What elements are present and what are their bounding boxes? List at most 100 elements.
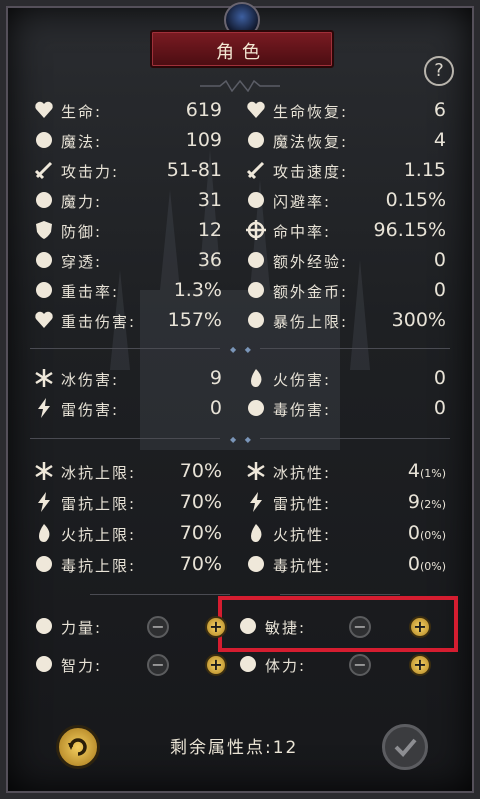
stat-value: 70% — [179, 553, 222, 575]
check-icon — [394, 738, 417, 757]
confirm-button[interactable] — [382, 724, 428, 770]
decrease-button[interactable]: − — [349, 654, 371, 676]
reset-points-button[interactable] — [56, 725, 100, 769]
fire-resist-icon — [245, 522, 267, 544]
stat-row: 命中率: 96.15% — [245, 219, 446, 243]
stat-label: 冰抗性: — [273, 464, 332, 482]
stat-label: 重击伤害: — [61, 313, 137, 331]
attribute-label: 智力: — [61, 657, 103, 675]
poison-resist-icon — [245, 553, 267, 575]
stat-value: 0(0%) — [407, 553, 446, 575]
stat-row: 冰抗性: 4(1%) — [245, 460, 446, 484]
stat-label: 雷伤害: — [61, 401, 120, 419]
stat-label: 冰抗上限: — [61, 464, 137, 482]
magic-plus-icon — [245, 129, 267, 151]
stat-value: 0 — [209, 397, 222, 419]
stat-row: 重击伤害: 157% — [33, 309, 222, 333]
decrease-button[interactable]: − — [349, 616, 371, 638]
stat-sub-value: (1%) — [419, 467, 446, 480]
stat-row: 雷伤害: 0 — [33, 397, 222, 421]
crosshair-icon — [245, 219, 267, 241]
stat-row: 魔法恢复: 4 — [245, 129, 446, 153]
increase-button[interactable]: + — [205, 616, 227, 638]
stat-row: 生命恢复: 6 — [245, 99, 446, 123]
dodge-figure-icon — [245, 189, 267, 211]
coins-icon — [245, 279, 267, 301]
stat-value: 4(1%) — [407, 460, 446, 482]
ice-resist-icon — [245, 460, 267, 482]
stat-label: 魔法恢复: — [273, 133, 349, 151]
attribute-label: 体力: — [265, 657, 307, 675]
stat-sub-value: (0%) — [419, 560, 446, 573]
help-button[interactable]: ? — [424, 56, 454, 86]
stat-value: 1.15 — [403, 159, 446, 181]
stat-label: 穿透: — [61, 253, 103, 271]
lightning-icon — [33, 397, 55, 419]
body-icon — [237, 653, 259, 675]
stat-label: 毒抗性: — [273, 557, 332, 575]
stat-row: 火抗性: 0(0%) — [245, 522, 446, 546]
header-ornament — [200, 80, 280, 92]
stat-value: 300% — [391, 309, 446, 331]
fire-icon — [245, 367, 267, 389]
stat-label: 火抗性: — [273, 526, 332, 544]
stat-value: 619 — [185, 99, 222, 121]
shield-icon — [33, 219, 55, 241]
exp-arrows-icon — [245, 249, 267, 271]
section-divider: ◆ ◆ — [30, 344, 450, 354]
stat-value: 0 — [433, 397, 446, 419]
pierce-icon — [33, 249, 55, 271]
increase-button[interactable]: + — [205, 654, 227, 676]
increase-button[interactable]: + — [409, 616, 431, 638]
heart-icon — [33, 99, 55, 121]
stat-row: 闪避率: 0.15% — [245, 189, 446, 213]
remaining-points: 剩余属性点:12 — [170, 738, 299, 758]
attribute-row: 敏捷: — [237, 615, 417, 639]
stat-row: 冰伤害: 9 — [33, 367, 222, 391]
stat-row: 攻击力: 51-81 — [33, 159, 222, 183]
attribute-label: 敏捷: — [265, 619, 307, 637]
stat-value: 6 — [433, 99, 446, 121]
stat-label: 魔力: — [61, 193, 103, 211]
stat-label: 生命恢复: — [273, 103, 349, 121]
stat-label: 攻击力: — [61, 163, 120, 181]
stat-value: 0 — [433, 367, 446, 389]
stat-row: 生命: 619 — [33, 99, 222, 123]
strength-arm-icon — [33, 615, 55, 637]
stat-value: 31 — [197, 189, 222, 211]
stat-label: 生命: — [61, 103, 103, 121]
refresh-icon — [68, 738, 87, 756]
stat-sub-value: (2%) — [419, 498, 446, 511]
burst-icon — [245, 309, 267, 331]
increase-button[interactable]: + — [409, 654, 431, 676]
stat-row: 暴伤上限: 300% — [245, 309, 446, 333]
section-divider: ◆ ◆ — [30, 434, 450, 444]
stat-value: 9 — [209, 367, 222, 389]
attribute-label: 力量: — [61, 619, 103, 637]
heart-plus-icon — [245, 99, 267, 121]
stat-label: 雷抗性: — [273, 495, 332, 513]
decrease-button[interactable]: − — [147, 654, 169, 676]
stat-label: 额外经验: — [273, 253, 349, 271]
stat-row: 魔法: 109 — [33, 129, 222, 153]
stat-sub-value: (0%) — [419, 529, 446, 542]
stat-label: 重击率: — [61, 283, 120, 301]
stat-row: 穿透: 36 — [33, 249, 222, 273]
critical-icon — [33, 279, 55, 301]
decrease-button[interactable]: − — [147, 616, 169, 638]
stat-value: 70% — [179, 491, 222, 513]
stat-label: 雷抗上限: — [61, 495, 137, 513]
attribute-row: 力量: — [33, 615, 213, 639]
stat-label: 暴伤上限: — [273, 313, 349, 331]
lightning-resist-icon — [245, 491, 267, 513]
stat-label: 攻击速度: — [273, 163, 349, 181]
page-title: 角色 — [216, 42, 268, 63]
attribute-row: 智力: — [33, 653, 213, 677]
stat-value: 4 — [433, 129, 446, 151]
stat-label: 冰伤害: — [61, 371, 120, 389]
ice-resist-cap-icon — [33, 460, 55, 482]
stat-value: 36 — [197, 249, 222, 271]
stat-label: 额外金币: — [273, 283, 349, 301]
stat-value: 109 — [185, 129, 222, 151]
stat-value: 157% — [167, 309, 222, 331]
